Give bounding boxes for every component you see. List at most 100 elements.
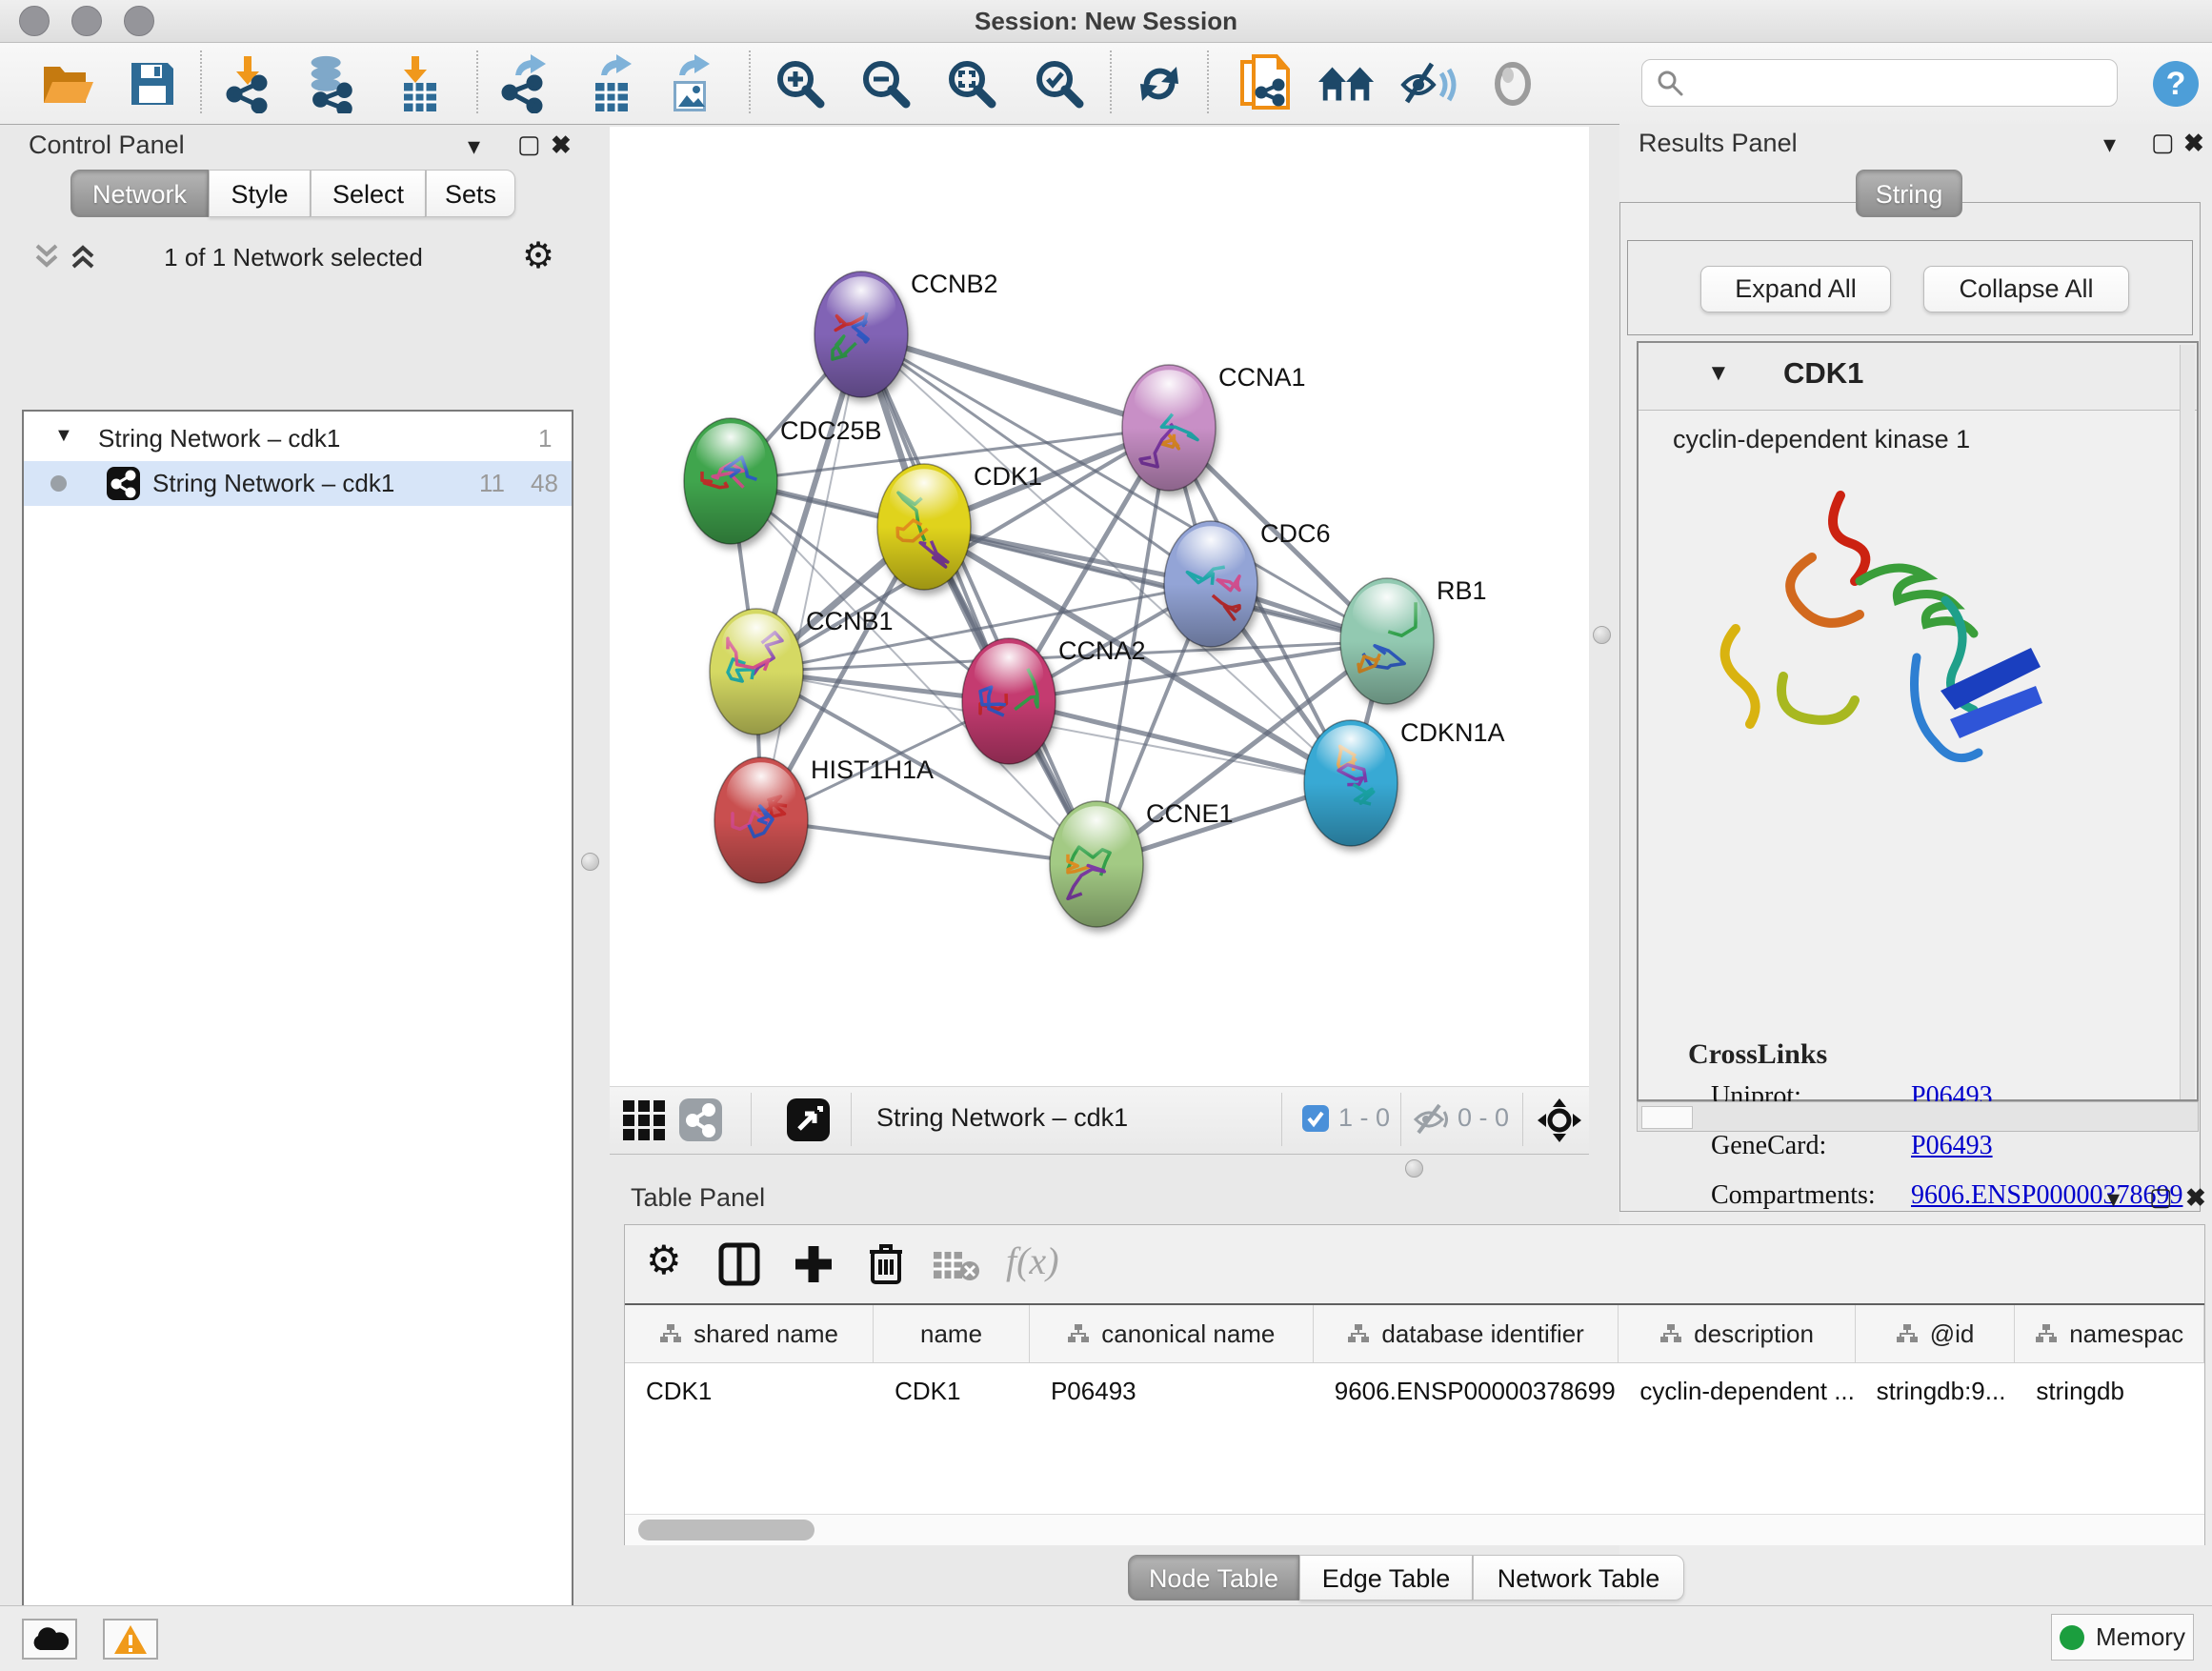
network-node-count: 11 — [479, 469, 505, 498]
table-panel-float-icon[interactable]: ▢ — [2149, 1182, 2173, 1211]
table-cell[interactable]: stringdb — [2015, 1363, 2204, 1406]
birdseye-view-icon[interactable] — [786, 1097, 831, 1147]
table-gear-icon[interactable]: ⚙ — [646, 1237, 682, 1283]
apply-layout-button[interactable] — [1129, 54, 1190, 113]
table-add-icon[interactable] — [793, 1242, 835, 1291]
tab-select[interactable]: Select — [311, 170, 426, 217]
zoom-fit-button[interactable] — [941, 54, 1002, 113]
warning-status-button[interactable] — [103, 1619, 158, 1660]
memory-button[interactable]: Memory — [2051, 1614, 2194, 1661]
column-header-database-identifier[interactable]: database identifier — [1314, 1305, 1619, 1362]
new-network-from-selection-button[interactable] — [1235, 54, 1296, 113]
network-edge[interactable] — [861, 334, 1096, 864]
column-header-label: @id — [1930, 1319, 1975, 1349]
scrollbar-thumb[interactable] — [638, 1520, 814, 1540]
warning-icon — [112, 1623, 149, 1656]
network-edge[interactable] — [761, 820, 1096, 864]
selected-checkbox-icon[interactable] — [1301, 1104, 1330, 1137]
column-header-description[interactable]: description — [1619, 1305, 1855, 1362]
network-view-canvas[interactable]: CCNB2CCNA1CDC25BCDK1CDC6RB1CCNB1CCNA2CDK… — [610, 127, 1589, 1086]
table-cell[interactable]: 9606.ENSP00000378699 — [1314, 1363, 1619, 1406]
zoom-selected-button[interactable] — [1029, 54, 1090, 113]
tab-string[interactable]: String — [1856, 170, 1962, 217]
control-panel-menu-icon[interactable]: ▾ — [468, 131, 480, 160]
open-session-button[interactable] — [38, 54, 99, 113]
network-options-gear-icon[interactable]: ⚙ — [522, 234, 554, 277]
cloud-status-button[interactable] — [22, 1619, 77, 1660]
export-table-button[interactable] — [583, 54, 644, 113]
column-header-shared-name[interactable]: shared name — [625, 1305, 874, 1362]
results-panel-menu-icon[interactable]: ▾ — [2103, 130, 2116, 158]
network-node-HIST1H1A[interactable]: HIST1H1A — [714, 755, 934, 883]
table-cell[interactable]: CDK1 — [874, 1363, 1030, 1406]
tab-node-table[interactable]: Node Table — [1128, 1555, 1299, 1601]
table-cell[interactable]: CDK1 — [625, 1363, 874, 1406]
toolbar-separator — [476, 50, 478, 113]
scrollbar-thumb[interactable] — [1641, 1106, 1693, 1129]
import-network-database-button[interactable] — [300, 54, 361, 113]
network-edge[interactable] — [761, 334, 861, 820]
table-horizontal-scrollbar[interactable] — [625, 1514, 2204, 1545]
export-network-button[interactable] — [497, 54, 558, 113]
table-row[interactable]: CDK1CDK1P064939606.ENSP00000378699cyclin… — [625, 1363, 2204, 1406]
help-button[interactable]: ? — [2145, 54, 2206, 113]
card-vertical-scrollbar[interactable] — [2180, 345, 2195, 1099]
network-graph[interactable]: CCNB2CCNA1CDC25BCDK1CDC6RB1CCNB1CCNA2CDK… — [610, 127, 1589, 1086]
tab-edge-table[interactable]: Edge Table — [1299, 1555, 1473, 1601]
table-cell[interactable]: stringdb:9... — [1856, 1363, 2016, 1406]
network-node-CDC6[interactable]: CDC6 — [1164, 519, 1331, 647]
tab-network-table[interactable]: Network Table — [1473, 1555, 1684, 1601]
zoom-in-button[interactable] — [770, 54, 831, 113]
network-row-selected[interactable]: String Network – cdk1 11 48 — [24, 461, 572, 506]
bottom-splitter-handle[interactable] — [1405, 1159, 1423, 1178]
network-node-CDC25B[interactable]: CDC25B — [684, 416, 882, 544]
table-cell[interactable]: P06493 — [1030, 1363, 1314, 1406]
left-splitter-handle[interactable] — [581, 853, 599, 871]
grid-mode-icon[interactable] — [621, 1098, 667, 1147]
network-node-CCNE1[interactable]: CCNE1 — [1050, 799, 1234, 927]
column-header-namespac[interactable]: namespac — [2015, 1305, 2204, 1362]
table-panel-close-icon[interactable]: ✖ — [2185, 1183, 2206, 1212]
control-panel-float-icon[interactable]: ▢ — [517, 130, 541, 158]
hide-selected-button[interactable] — [1398, 54, 1459, 113]
network-node-CCNB2[interactable]: CCNB2 — [814, 270, 998, 397]
control-panel-close-icon[interactable]: ✖ — [551, 131, 572, 159]
fit-content-crosshair-icon[interactable] — [1536, 1097, 1583, 1149]
expand-all-button[interactable]: Expand All — [1700, 266, 1891, 312]
crosslink-link[interactable]: P06493 — [1911, 1131, 1993, 1160]
network-collection-row[interactable]: ▼ String Network – cdk1 1 — [24, 417, 572, 461]
show-all-button[interactable] — [1482, 54, 1543, 113]
save-session-button[interactable] — [122, 54, 183, 113]
table-cell[interactable]: cyclin-dependent ... — [1619, 1363, 1855, 1406]
column-header-canonical-name[interactable]: canonical name — [1030, 1305, 1314, 1362]
card-collapse-icon[interactable]: ▼ — [1707, 360, 1730, 387]
network-node-CDKN1A[interactable]: CDKN1A — [1304, 718, 1505, 846]
first-neighbors-button[interactable] — [1317, 54, 1377, 113]
table-columns-icon[interactable] — [718, 1242, 760, 1291]
network-node-CDK1[interactable]: CDK1 — [877, 462, 1042, 590]
network-list: ▼ String Network – cdk1 1 String Network… — [22, 410, 573, 1671]
results-panel-close-icon[interactable]: ✖ — [2183, 129, 2204, 157]
right-splitter-handle[interactable] — [1593, 626, 1611, 644]
results-panel-float-icon[interactable]: ▢ — [2151, 128, 2175, 156]
column-header-name[interactable]: name — [874, 1305, 1030, 1362]
collection-expander-icon[interactable]: ▼ — [54, 425, 73, 447]
table-delete-row-icon[interactable] — [867, 1240, 905, 1291]
help-icon: ? — [2151, 59, 2201, 109]
zoom-out-button[interactable] — [855, 54, 916, 113]
export-image-button[interactable] — [661, 54, 722, 113]
card-horizontal-scrollbar[interactable] — [1637, 1101, 2199, 1132]
search-input[interactable] — [1692, 63, 2117, 103]
search-field[interactable] — [1641, 59, 2118, 107]
tab-network[interactable]: Network — [70, 170, 209, 217]
network-node-RB1[interactable]: RB1 — [1340, 576, 1487, 704]
import-network-button[interactable] — [221, 54, 282, 113]
collapse-all-button[interactable]: Collapse All — [1923, 266, 2129, 312]
column-header-@id[interactable]: @id — [1856, 1305, 2016, 1362]
table-panel-menu-icon[interactable]: ▾ — [2107, 1184, 2120, 1213]
import-table-button[interactable] — [389, 54, 450, 113]
tab-style[interactable]: Style — [209, 170, 311, 217]
protein-card-header[interactable]: ▼ CDK1 — [1639, 343, 2197, 411]
share-view-icon[interactable] — [678, 1097, 723, 1147]
tab-sets[interactable]: Sets — [426, 170, 515, 217]
